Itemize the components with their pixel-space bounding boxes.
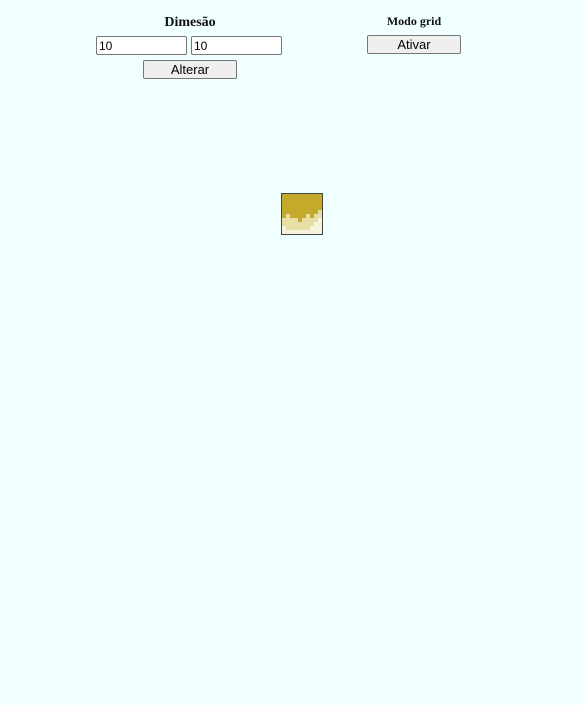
width-input[interactable] xyxy=(96,36,187,55)
grid-mode-heading: Modo grid xyxy=(386,14,442,28)
canvas-pixel[interactable] xyxy=(318,230,322,234)
drawing-canvas[interactable] xyxy=(281,193,323,235)
alterar-button[interactable]: Alterar xyxy=(143,60,237,79)
dimension-heading: Dimesão xyxy=(164,15,216,30)
height-input[interactable] xyxy=(191,36,282,55)
ativar-grid-button[interactable]: Ativar xyxy=(367,35,461,54)
